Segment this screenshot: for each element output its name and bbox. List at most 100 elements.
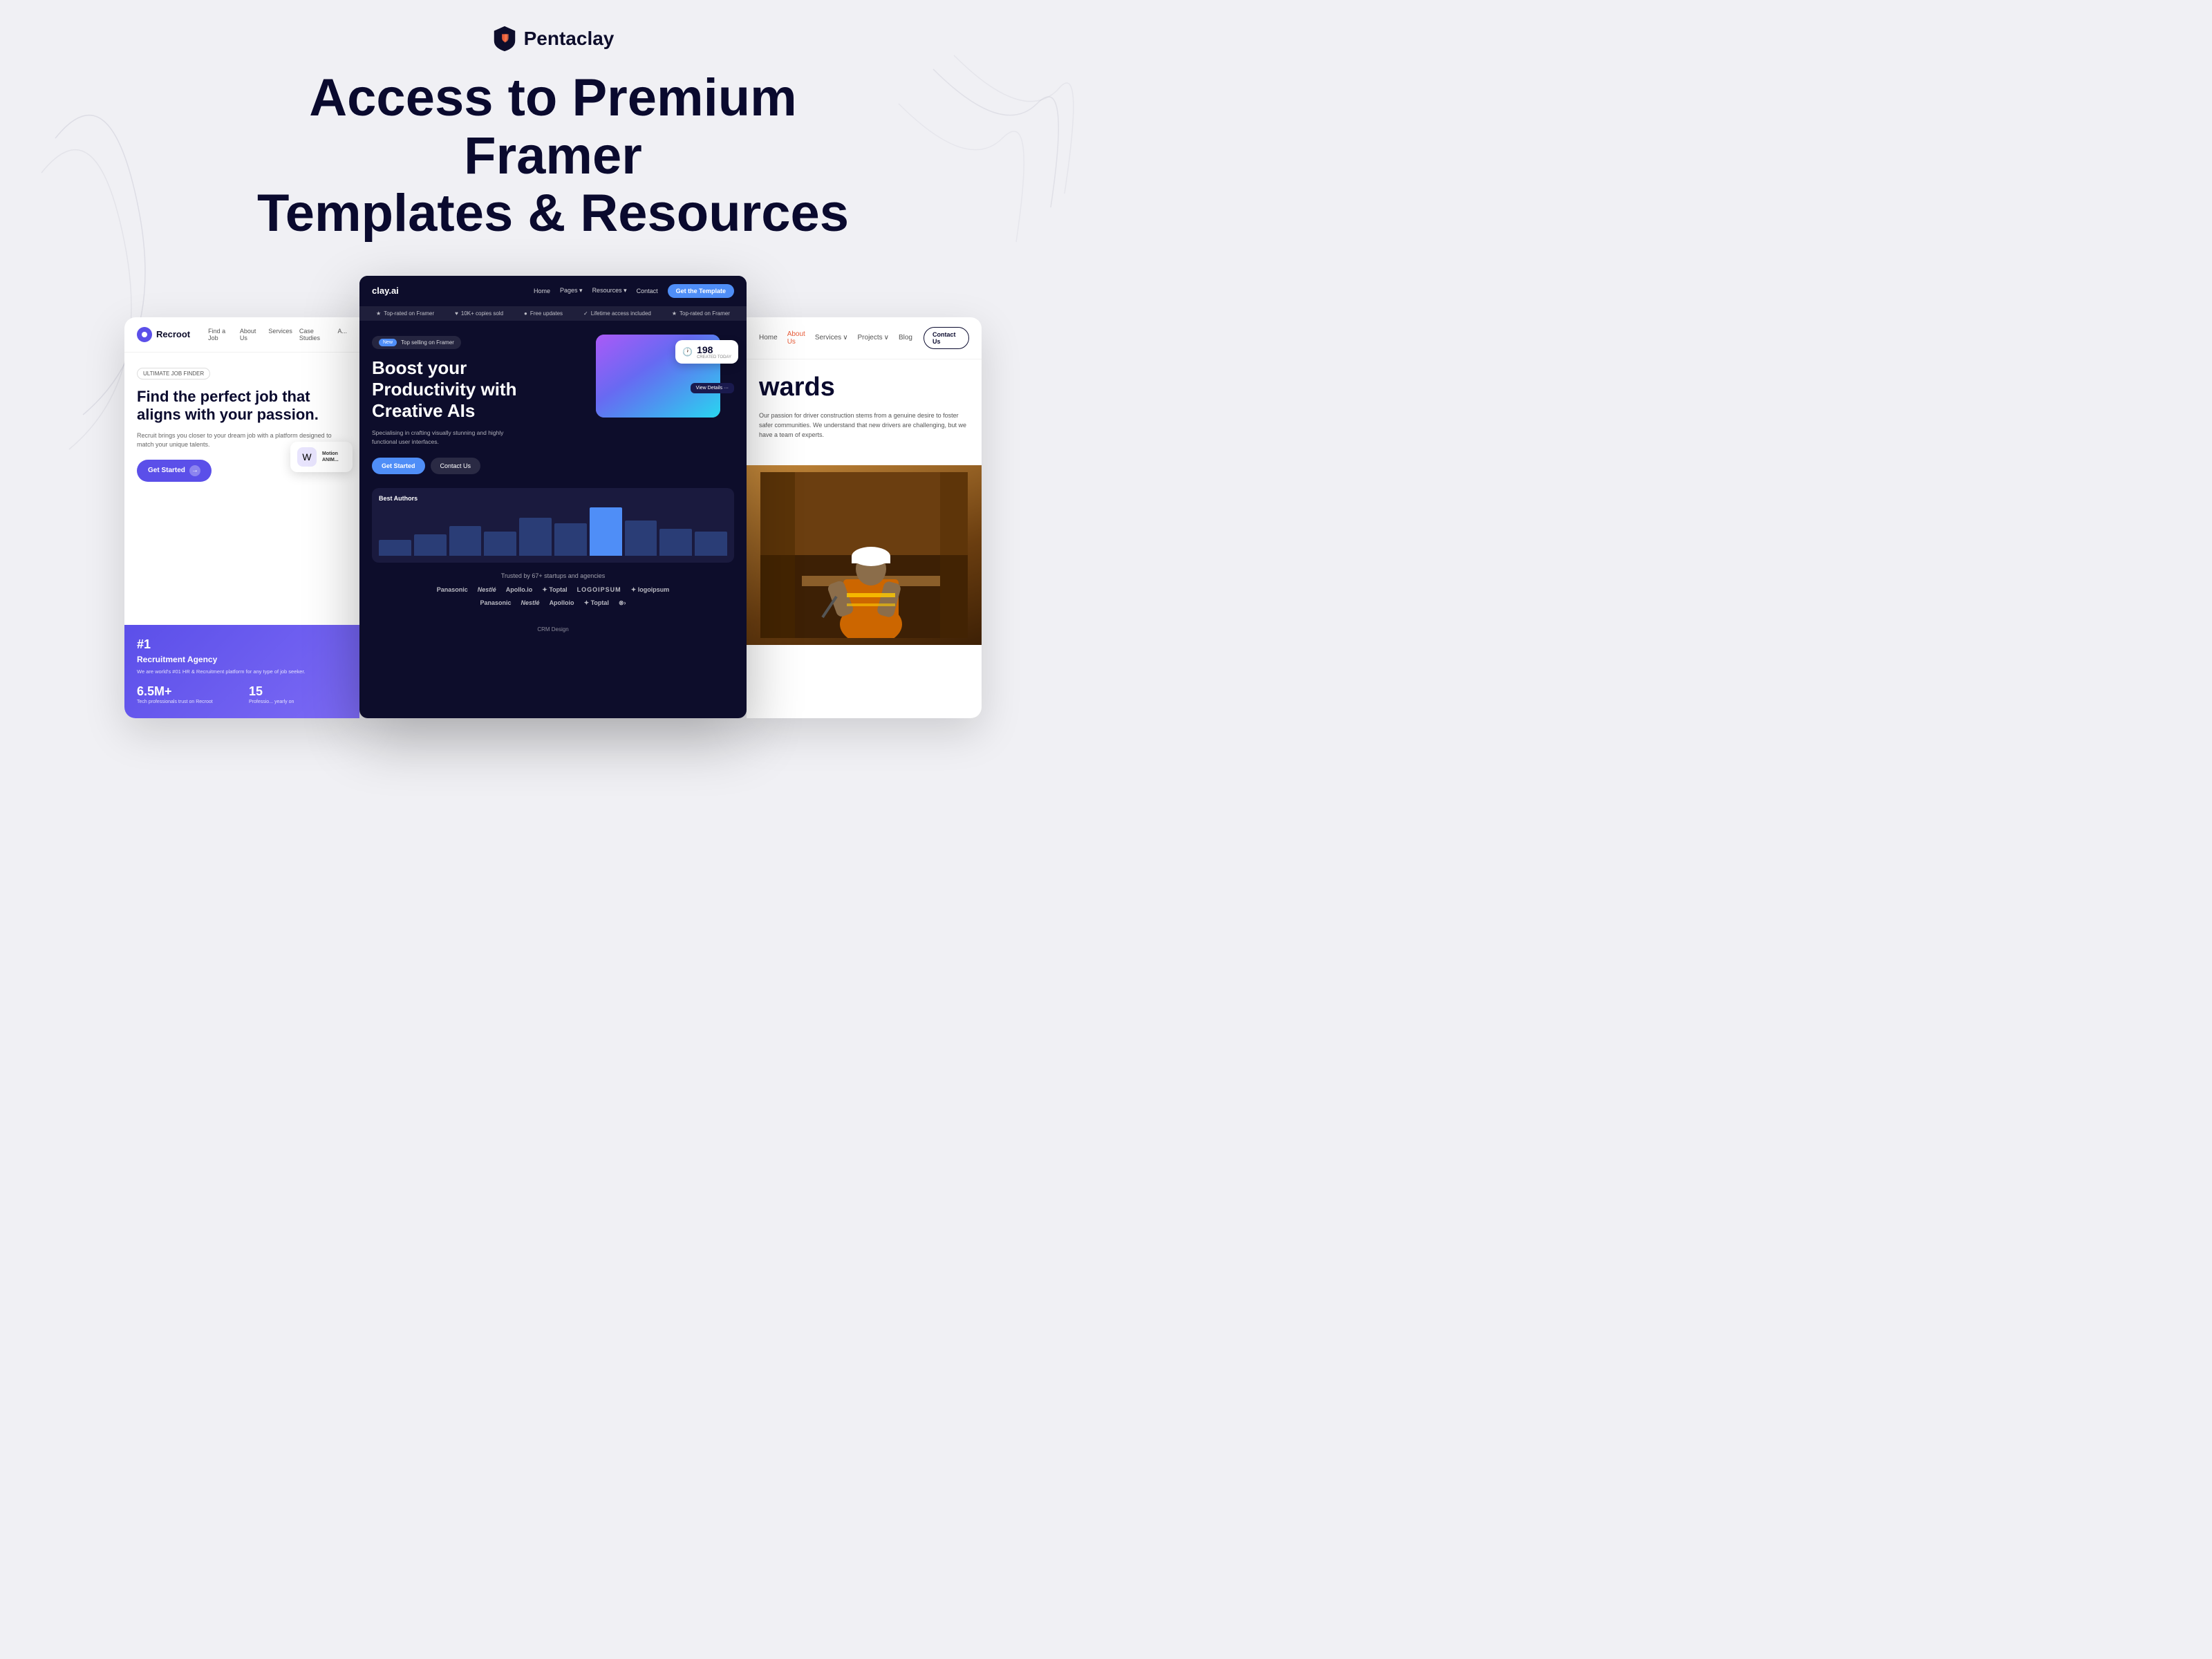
- recroot-nav-more[interactable]: A...: [337, 328, 347, 341]
- clay-logo-panasonic2: Panasonic: [480, 599, 512, 606]
- clay-time-info: 198 CREATED TODAY: [697, 344, 731, 359]
- stat-value-2: 15: [249, 684, 347, 699]
- card-left-recroot: Recroot Find a Job About Us Services Cas…: [124, 317, 359, 718]
- recroot-cta-arrow-icon: →: [189, 465, 200, 476]
- clay-chart-bar-5: [554, 523, 587, 556]
- recroot-hero: ULTIMATE JOB FINDER Find the perfect job…: [124, 353, 359, 496]
- stat-rank-label: Recruitment Agency: [137, 655, 347, 664]
- motion-icon: W: [297, 447, 317, 467]
- recroot-cta-label: Get Started: [148, 467, 185, 474]
- clay-nav-pages[interactable]: Pages ▾: [560, 287, 583, 294]
- clay-buttons: Get Started Contact Us: [372, 458, 596, 474]
- right-nav-home[interactable]: Home: [759, 334, 778, 341]
- worker-svg: [760, 472, 968, 638]
- clay-new-text: Top selling on Framer: [401, 339, 454, 346]
- clay-hero-right: 🕐 198 CREATED TODAY View Details ···: [596, 335, 734, 474]
- clay-banner-item-5: ★Top-rated on Framer: [672, 310, 730, 317]
- right-nav-services[interactable]: Services∨: [815, 334, 848, 341]
- recroot-stats: #1 Recruitment Agency We are world's #01…: [124, 625, 359, 718]
- clay-logo-nestle2: Nestlé: [521, 599, 540, 606]
- right-hero-text: wards Our passion for driver constructio…: [747, 359, 982, 465]
- recroot-logo[interactable]: Recroot: [137, 327, 190, 342]
- clay-get-started-button[interactable]: Get Started: [372, 458, 425, 474]
- clay-nav-home[interactable]: Home: [534, 288, 550, 294]
- clay-logo-nestle: Nestlé: [478, 586, 496, 593]
- brand-name: Pentaclay: [524, 28, 615, 50]
- clay-chart-bar-7: [625, 521, 657, 556]
- brand[interactable]: Pentaclay: [492, 25, 615, 53]
- clay-chart-bar-9: [695, 532, 727, 556]
- clay-chart-section: Best Authors: [372, 488, 734, 563]
- recroot-nav-items: Find a Job About Us Services Case Studie…: [208, 328, 347, 341]
- clay-nav-resources[interactable]: Resources ▾: [592, 287, 627, 294]
- clay-logo-toptal: ✦ Toptal: [542, 586, 567, 594]
- right-nav: Home About Us Services∨ Projects∨ Blog C…: [747, 317, 982, 359]
- clay-hero-area: New Top selling on Framer Boost your Pro…: [359, 321, 747, 488]
- motion-notification: W Motion ANIM...: [290, 442, 353, 472]
- brand-logo-icon: [492, 25, 517, 53]
- clay-banner-item-3: ●Free updates: [524, 310, 563, 317]
- right-nav-links: Home About Us Services∨ Projects∨ Blog: [759, 330, 912, 346]
- recroot-nav-case[interactable]: Case Studies: [299, 328, 331, 341]
- clay-logo-toptal2: ✦ Toptal: [584, 599, 609, 607]
- right-nav-blog[interactable]: Blog: [899, 334, 912, 341]
- clay-contact-button[interactable]: Contact Us: [431, 458, 481, 474]
- stat-desc-2: Professio... yearly on: [249, 699, 347, 706]
- stat-rank: #1: [137, 637, 347, 652]
- clay-time-icon: 🕐: [682, 347, 693, 357]
- recroot-logo-text: Recroot: [156, 329, 190, 339]
- clay-bottom-label: CRM Design: [359, 622, 747, 637]
- right-nav-contact-button[interactable]: Contact Us: [924, 327, 969, 349]
- card-right: Home About Us Services∨ Projects∨ Blog C…: [747, 317, 982, 718]
- card-center-clay: clay.ai Home Pages ▾ Resources ▾ Contact…: [359, 276, 747, 718]
- right-nav-about[interactable]: About Us: [787, 330, 805, 346]
- clay-time-widget: 🕐 198 CREATED TODAY: [675, 340, 738, 364]
- clay-logos-row-2: Panasonic Nestlé Apolloio ✦ Toptal ⊗›: [372, 599, 734, 607]
- clay-logo-apolloio2: Apolloio: [550, 599, 574, 606]
- clay-chart-bar-0: [379, 540, 411, 556]
- recroot-nav-find-job[interactable]: Find a Job: [208, 328, 233, 341]
- clay-nav-cta-button[interactable]: Get the Template: [668, 284, 734, 298]
- right-image-overlay: [747, 465, 982, 645]
- cards-container: Recroot Find a Job About Us Services Cas…: [0, 276, 1106, 718]
- clay-nav-links: Home Pages ▾ Resources ▾ Contact Get the…: [534, 284, 734, 298]
- clay-chart-title: Best Authors: [379, 495, 727, 502]
- clay-logo-logoipsum: LOGOIPSUM: [577, 586, 621, 593]
- right-construction-image: [747, 465, 982, 645]
- clay-logo-logoipsum2: ✦ logoipsum: [631, 586, 670, 594]
- clay-logo-panasonic: Panasonic: [437, 586, 468, 593]
- clay-chart-bar-1: [414, 534, 447, 556]
- clay-nav: clay.ai Home Pages ▾ Resources ▾ Contact…: [359, 276, 747, 306]
- clay-hero-left: New Top selling on Framer Boost your Pro…: [372, 335, 596, 474]
- clay-view-details-button[interactable]: View Details ···: [691, 383, 734, 393]
- clay-trusted: Trusted by 67+ startups and agencies Pan…: [359, 563, 747, 622]
- clay-logo[interactable]: clay.ai: [372, 285, 399, 296]
- recroot-badge: ULTIMATE JOB FINDER: [137, 368, 210, 379]
- clay-chart-bar-4: [519, 518, 552, 555]
- clay-chart-bars: [379, 507, 727, 556]
- clay-banner-item-2: ♥10K+ copies sold: [455, 310, 503, 317]
- stat-value-1: 6.5M+: [137, 684, 235, 699]
- right-subtext: Our passion for driver construction stem…: [759, 411, 969, 440]
- stat-item-1: 6.5M+ Tech professionals trust on Recroo…: [137, 684, 235, 706]
- recroot-cta-button[interactable]: Get Started →: [137, 460, 212, 482]
- clay-chart-bar-6: [590, 507, 622, 556]
- recroot-logo-icon: [137, 327, 152, 342]
- clay-chart-bar-8: [659, 529, 692, 556]
- right-nav-projects[interactable]: Projects∨: [858, 334, 889, 341]
- recroot-nav: Recroot Find a Job About Us Services Cas…: [124, 317, 359, 353]
- clay-banner-item-1: ★Top-rated on Framer: [376, 310, 434, 317]
- clay-banner: ★Top-rated on Framer ♥10K+ copies sold ●…: [359, 306, 747, 321]
- clay-new-badge: New Top selling on Framer: [372, 336, 461, 349]
- recroot-nav-services[interactable]: Services: [268, 328, 292, 341]
- clay-subtext: Specialising in crafting visually stunni…: [372, 429, 510, 447]
- clay-headline: Boost your Productivity with Creative AI…: [372, 357, 596, 422]
- clay-logo-extra: ⊗›: [619, 599, 626, 607]
- recroot-nav-about[interactable]: About Us: [240, 328, 262, 341]
- clay-time-label: CREATED TODAY: [697, 355, 731, 359]
- recroot-headline: Find the perfect job that aligns with yo…: [137, 388, 347, 424]
- stat-item-2: 15 Professio... yearly on: [249, 684, 347, 706]
- motion-text: Motion ANIM...: [322, 451, 339, 463]
- clay-nav-contact[interactable]: Contact: [637, 288, 658, 294]
- stats-row: 6.5M+ Tech professionals trust on Recroo…: [137, 684, 347, 706]
